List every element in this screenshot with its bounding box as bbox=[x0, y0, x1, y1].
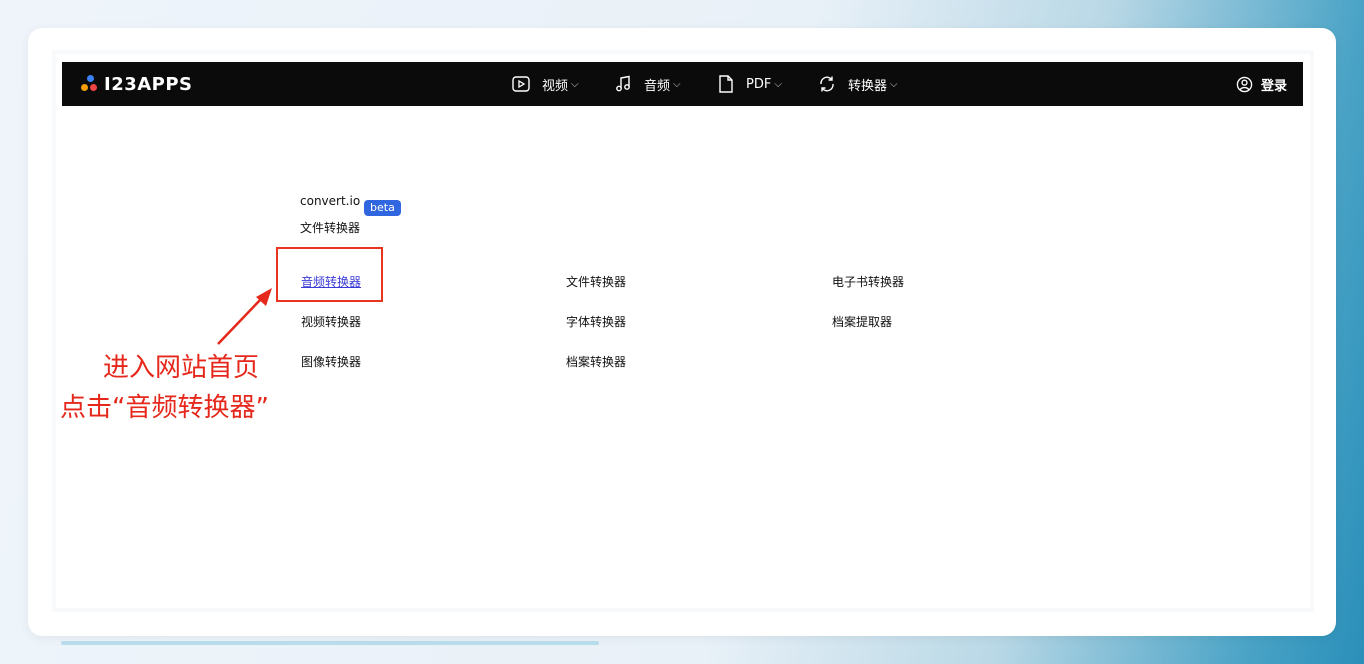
horizontal-scrollbar[interactable] bbox=[61, 641, 599, 645]
font-converter-link[interactable]: 字体转换器 bbox=[566, 313, 626, 330]
nav-converter[interactable]: 转换器 ⌵ bbox=[818, 62, 898, 106]
nav-converter-label: 转换器 bbox=[848, 78, 888, 94]
login-button[interactable]: 登录 bbox=[1236, 62, 1287, 106]
video-converter-link[interactable]: 视频转换器 bbox=[301, 313, 361, 330]
annotation-line-1: 进入网站首页 bbox=[103, 353, 260, 383]
chevron-down-icon: ⌵ bbox=[673, 78, 681, 90]
archive-converter-link[interactable]: 档案转换器 bbox=[566, 353, 626, 370]
nav-video-label: 视频 bbox=[542, 78, 569, 94]
file-icon bbox=[719, 75, 733, 93]
chevron-down-icon: ⌵ bbox=[571, 78, 579, 90]
file-converter-link[interactable]: 文件转换器 bbox=[566, 273, 626, 290]
user-circle-icon bbox=[1236, 76, 1253, 92]
nav-video[interactable]: 视频 ⌵ bbox=[512, 62, 579, 106]
play-video-icon bbox=[512, 76, 530, 92]
image-converter-link[interactable]: 图像转换器 bbox=[301, 353, 361, 370]
chevron-down-icon: ⌵ bbox=[890, 78, 898, 90]
beta-badge: beta bbox=[364, 200, 401, 216]
brand-name: convert.io bbox=[300, 194, 361, 208]
nav-pdf[interactable]: PDF ⌵ bbox=[718, 62, 782, 106]
nav-audio-label: 音频 bbox=[644, 78, 671, 94]
nav-audio[interactable]: 音频 ⌵ bbox=[614, 62, 681, 106]
ebook-converter-link[interactable]: 电子书转换器 bbox=[832, 273, 904, 290]
archive-extractor-link[interactable]: 档案提取器 bbox=[832, 313, 892, 330]
logo[interactable]: I23APPS bbox=[81, 73, 193, 95]
logo-text: I23APPS bbox=[104, 73, 193, 95]
annotation-highlight-box bbox=[276, 247, 383, 302]
nav-pdf-label: PDF bbox=[746, 76, 772, 92]
convert-cycle-icon bbox=[820, 76, 834, 92]
annotation-line-2: 点击“音频转换器” bbox=[60, 393, 269, 423]
chevron-down-icon: ⌵ bbox=[774, 78, 782, 90]
annotation-arrow-icon bbox=[217, 288, 272, 345]
login-label: 登录 bbox=[1260, 78, 1287, 94]
logo-dots-icon bbox=[81, 75, 99, 93]
music-note-icon bbox=[616, 75, 630, 92]
top-navigation-bar: I23APPS 视频 ⌵ 音频 ⌵ PDF ⌵ 转换器 ⌵ 登录 bbox=[62, 62, 1303, 106]
page-subtitle: 文件转换器 bbox=[300, 221, 361, 235]
